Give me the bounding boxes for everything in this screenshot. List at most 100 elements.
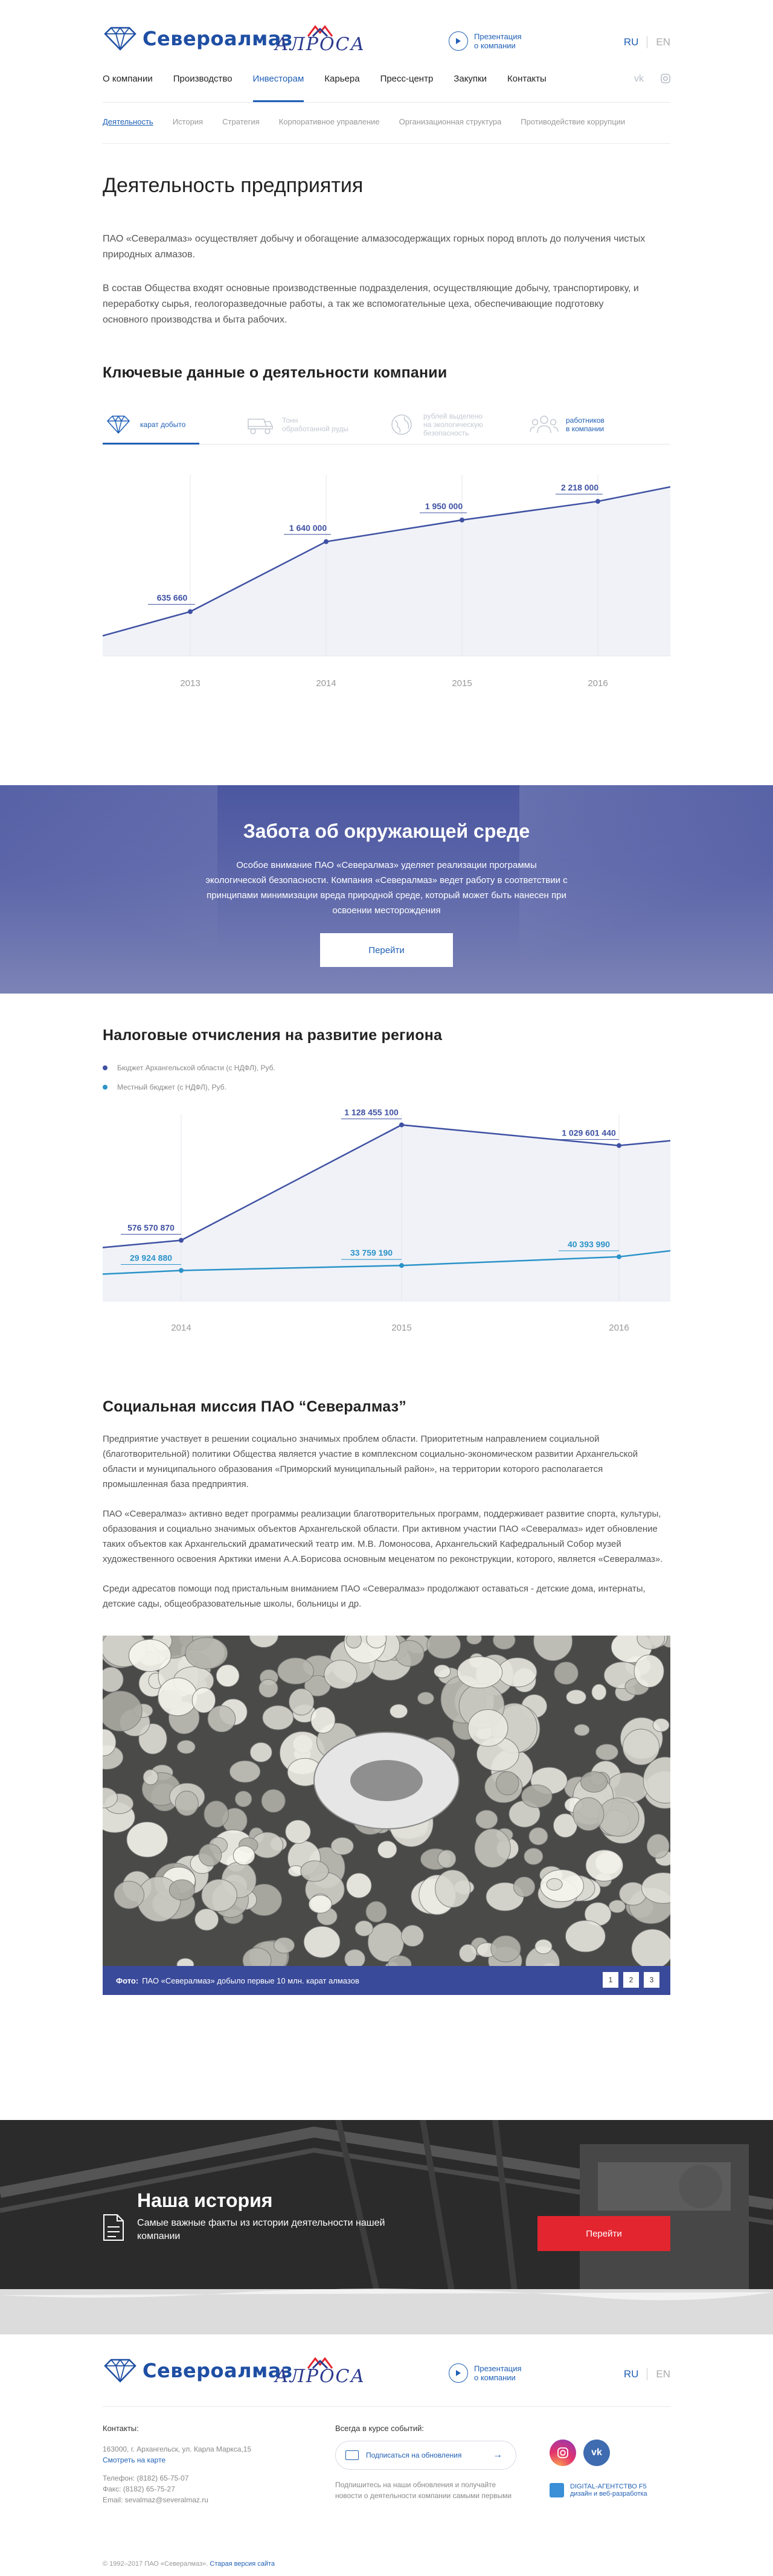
diamond-stone xyxy=(273,1937,295,1954)
subnav-activity[interactable]: Деятельность xyxy=(103,117,153,126)
diamond-stone xyxy=(234,1790,252,1808)
footer-alrosa-logo[interactable]: АЛРОСА xyxy=(275,2356,365,2387)
page-title: Деятельность предприятия xyxy=(103,174,364,197)
alrosa-logo[interactable]: АЛРОСА xyxy=(275,24,365,55)
footer-presentation-line1: Презентация xyxy=(474,2364,522,2373)
nav-item-press[interactable]: Пресс-центр xyxy=(380,74,434,84)
people-icon xyxy=(528,413,560,437)
diamond-stone xyxy=(158,1677,198,1717)
tab-carats[interactable]: карат добыто xyxy=(103,405,245,445)
tax-point xyxy=(179,1268,184,1273)
diamond-stone xyxy=(308,1895,332,1914)
legend-regional-label: Бюджет Архангельской области (с НДФЛ), Р… xyxy=(117,1064,275,1072)
presentation-link[interactable]: Презентация о компании xyxy=(449,31,522,51)
top-social-links: vk xyxy=(634,74,670,86)
tax-point xyxy=(399,1122,404,1128)
social-title: Социальная миссия ПАО “Севералмаз” xyxy=(103,1398,406,1415)
subscribe-note: Подпишитесь на наши обновления и получай… xyxy=(335,2481,512,2500)
diamond-stone xyxy=(185,1637,228,1669)
diamond-stone xyxy=(646,1834,670,1859)
key-data-chart-svg: 635 660 2013 1 640 000 2014 1 950 000 2015 2 2… xyxy=(103,475,670,689)
diamond-stone xyxy=(475,1810,498,1829)
diamond-stone xyxy=(168,1879,195,1901)
gallery-page-2[interactable]: 2 xyxy=(623,1972,639,1988)
diamond-stone xyxy=(633,1654,664,1688)
diamond-stone xyxy=(277,1657,314,1685)
footer-lang-ru[interactable]: RU xyxy=(624,2368,648,2380)
lang-en[interactable]: EN xyxy=(647,36,670,48)
nav-item-production[interactable]: Производство xyxy=(173,74,233,84)
footer-presentation-link[interactable]: Презентация о компании xyxy=(449,2363,522,2383)
nav-item-career[interactable]: Карьера xyxy=(324,74,359,84)
subnav-anticorruption[interactable]: Противодействие коррупции xyxy=(521,117,625,126)
nav-item-contacts[interactable]: Контакты xyxy=(507,74,547,84)
structure-paragraph: В состав Общества входят основные произв… xyxy=(103,283,639,325)
presentation-line2: о компании xyxy=(474,41,516,50)
vk-icon[interactable]: vk xyxy=(583,2439,610,2466)
agency-logo-icon xyxy=(550,2483,564,2497)
old-version-link[interactable]: Старая версия сайта xyxy=(210,2560,275,2568)
diamond-stone xyxy=(595,1744,618,1761)
tab-ecology[interactable]: рублей выделено на экологическую безопасн… xyxy=(386,405,528,444)
subnav-strategy[interactable]: Стратегия xyxy=(222,117,260,126)
diamonds-photo xyxy=(103,1636,670,1995)
diamond-stone xyxy=(457,1656,503,1689)
nav-item-about[interactable]: О компании xyxy=(103,74,153,84)
history-title: Наша история xyxy=(137,2189,273,2211)
nav-item-purchases[interactable]: Закупки xyxy=(454,74,487,84)
chart-point xyxy=(460,518,464,522)
gallery-page-1[interactable]: 1 xyxy=(603,1972,618,1988)
tab-ecology-label1: рублей выделено xyxy=(423,411,483,420)
chart-data-label: 635 660 xyxy=(157,593,188,603)
environment-button[interactable]: Перейти xyxy=(320,933,453,967)
footer-lang-en[interactable]: EN xyxy=(647,2368,670,2380)
subscribe-button[interactable]: Подписаться на обновления → xyxy=(335,2441,516,2470)
diamond-stone xyxy=(574,1724,590,1736)
diamond-stone xyxy=(434,1664,451,1678)
tab-ecology-label2: на экологическую безопасность xyxy=(423,420,483,437)
photo-gallery: Фото: ПАО «Севералмаз» добыло первые 10 … xyxy=(103,1636,670,1995)
vk-icon[interactable]: vk xyxy=(634,74,644,86)
subnav-governance[interactable]: Корпоративное управление xyxy=(279,117,380,126)
history-banner: Наша история Самые важные факты из истор… xyxy=(0,2120,773,2334)
severalmaz-logo[interactable]: Североалмаз xyxy=(103,25,293,52)
caption-label: Фото: xyxy=(116,1976,139,1985)
history-button[interactable]: Перейти xyxy=(537,2216,670,2251)
subnav-history[interactable]: История xyxy=(173,117,203,126)
diamond-stone xyxy=(128,1639,172,1672)
logo-text: Североалмаз xyxy=(143,27,293,50)
diamond-stone xyxy=(258,1678,278,1698)
diamond-stone xyxy=(346,1872,372,1898)
document-icon xyxy=(103,2214,124,2244)
tab-ore-tons[interactable]: Тонн обработанной руды xyxy=(245,405,386,444)
agency-credit[interactable]: DIGITAL-АГЕНТСТВО F5 дизайн и веб-разраб… xyxy=(550,2483,647,2497)
tab-employees[interactable]: работников в компании xyxy=(528,405,670,444)
footer-severalmaz-logo[interactable]: Североалмаз xyxy=(103,2357,293,2384)
diamond-stone xyxy=(201,1878,237,1912)
gallery-page-3[interactable]: 3 xyxy=(644,1972,659,1988)
tax-data-label: 1 128 455 100 xyxy=(344,1107,399,1117)
map-link[interactable]: Смотреть на карте xyxy=(103,2456,165,2464)
tax-data-label: 576 570 870 xyxy=(127,1222,175,1232)
diamond-stone xyxy=(390,1704,408,1719)
diamond-stone xyxy=(191,1687,216,1714)
copyright-text: © 1992–2017 ПАО «Севералмаз». xyxy=(103,2560,208,2568)
subnav-structure[interactable]: Организационная структура xyxy=(399,117,502,126)
footer-email[interactable]: Email: sevalmaz@severalmaz.ru xyxy=(103,2494,251,2505)
chart-data-label: 2 218 000 xyxy=(561,483,598,492)
gallery-caption: Фото: ПАО «Севералмаз» добыло первые 10 … xyxy=(103,1966,670,1995)
diamond-stone xyxy=(229,1760,261,1783)
diamond-stone xyxy=(566,1689,586,1705)
footer: Североалмаз АЛРОСА Презентация о компани… xyxy=(0,2334,773,2576)
tab-carats-label: карат добыто xyxy=(140,420,186,429)
instagram-icon[interactable] xyxy=(550,2439,576,2466)
diamond-stone xyxy=(459,1944,477,1963)
social-paragraph-2: ПАО «Севералмаз» активно ведет программы… xyxy=(103,1509,663,1564)
lang-ru[interactable]: RU xyxy=(624,36,648,48)
footer-presentation-line2: о компании xyxy=(474,2373,516,2382)
tax-point xyxy=(179,1238,184,1243)
instagram-icon[interactable] xyxy=(661,74,670,86)
subscribe-label: Подписаться на обновления xyxy=(366,2451,462,2459)
diamond-stone xyxy=(622,1729,660,1765)
nav-item-investors[interactable]: Инвесторам xyxy=(252,74,304,102)
